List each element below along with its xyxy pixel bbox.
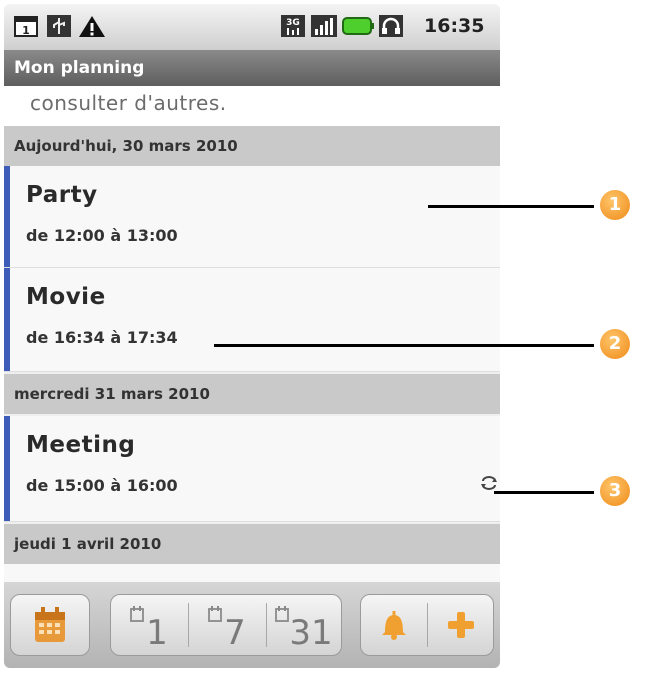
- month-calendar-icon: [275, 604, 297, 646]
- svg-text:3G: 3G: [286, 18, 300, 28]
- 3g-icon: 3G: [281, 15, 305, 37]
- date-header-today: Aujourd'hui, 30 mars 2010: [4, 126, 500, 166]
- event-item-meeting[interactable]: Meeting de 15:00 à 16:00: [4, 416, 500, 522]
- event-time: de 15:00 à 16:00: [26, 476, 178, 495]
- month-view-button[interactable]: 31: [267, 595, 341, 655]
- day-calendar-icon: [130, 604, 160, 646]
- warning-icon: [79, 16, 105, 37]
- usb-icon: [47, 15, 71, 37]
- callout-2: 2: [600, 329, 630, 359]
- agenda-icon: [35, 607, 65, 642]
- date-header-wednesday: mercredi 31 mars 2010: [4, 374, 500, 414]
- plus-icon: [448, 612, 474, 638]
- add-event-button[interactable]: [428, 595, 494, 655]
- actions-group: [360, 594, 494, 656]
- bottom-toolbar: 1 7 31: [4, 582, 500, 668]
- status-bar: 1 3G 16:35: [4, 4, 500, 50]
- event-color-bar: [4, 268, 10, 371]
- status-time: 16:35: [424, 15, 485, 37]
- headset-icon: [379, 15, 403, 37]
- page-title: Mon planning: [4, 50, 500, 86]
- small-calendar-icon: [130, 606, 145, 622]
- svg-text:1: 1: [22, 24, 30, 37]
- agenda-button[interactable]: [10, 594, 90, 656]
- event-title: Movie: [26, 284, 106, 310]
- event-item-party[interactable]: Party de 12:00 à 13:00: [4, 166, 500, 268]
- event-title: Party: [26, 182, 98, 208]
- callout-1: 1: [600, 190, 630, 220]
- event-color-bar: [4, 416, 10, 521]
- battery-icon: [342, 17, 374, 35]
- alerts-button[interactable]: [361, 595, 427, 655]
- calendar-1-icon: 1: [14, 16, 38, 37]
- small-calendar-icon: [275, 606, 290, 622]
- repeat-icon: [481, 476, 497, 490]
- callout-line-1: [428, 205, 594, 208]
- event-color-bar: [4, 166, 10, 267]
- week-calendar-icon: [208, 604, 238, 646]
- event-time: de 12:00 à 13:00: [26, 226, 178, 245]
- callout-3: 3: [600, 476, 630, 506]
- small-calendar-icon: [208, 606, 223, 622]
- bell-icon: [382, 611, 406, 640]
- date-header-thursday: jeudi 1 avril 2010: [4, 524, 500, 564]
- callout-line-3: [494, 491, 594, 494]
- callout-line-2: [214, 344, 594, 347]
- day-view-button[interactable]: 1: [111, 595, 187, 655]
- signal-icon: [311, 15, 337, 37]
- notice-text: consulter d'autres.: [4, 86, 500, 126]
- event-title: Meeting: [26, 432, 136, 458]
- week-view-button[interactable]: 7: [189, 595, 265, 655]
- phone-screen: 1 3G 16:35 Mon planning consulter d'autr…: [4, 4, 500, 668]
- event-item-movie[interactable]: Movie de 16:34 à 17:34: [4, 268, 500, 372]
- list-end-area: [4, 564, 500, 582]
- view-switcher: 1 7 31: [110, 594, 342, 656]
- event-time: de 16:34 à 17:34: [26, 328, 178, 347]
